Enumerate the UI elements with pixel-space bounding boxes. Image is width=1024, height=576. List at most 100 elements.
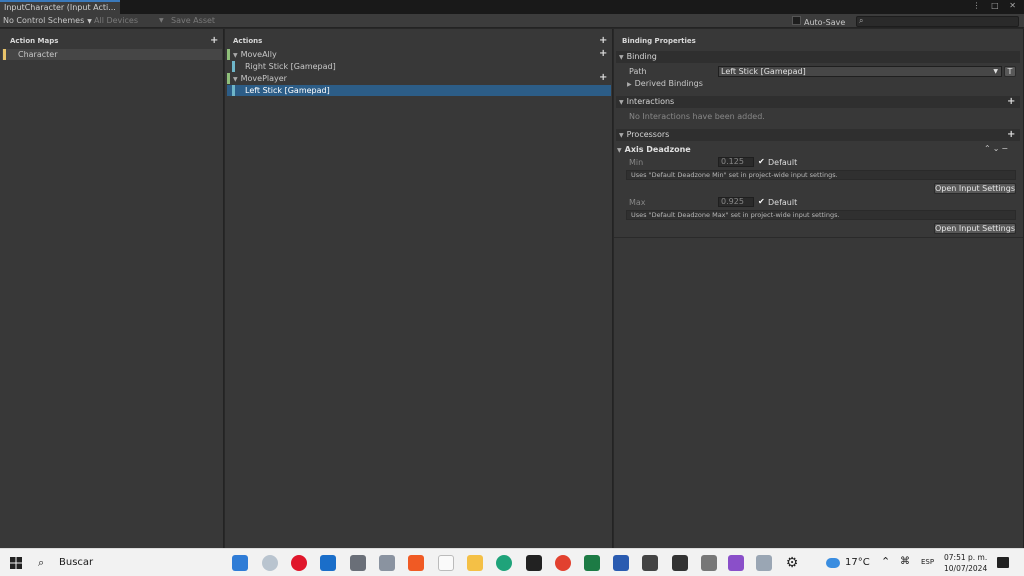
binding-color-bar bbox=[232, 61, 235, 72]
taskbar: ⌕ Buscar ⚙ 17°C ⌃ ⌘ ESP 07:51 p. m. 10/0… bbox=[0, 548, 1024, 576]
add-processor-button[interactable]: + bbox=[1007, 130, 1015, 140]
expand-triangle-icon[interactable]: ▼ bbox=[233, 52, 238, 59]
opera-icon[interactable] bbox=[291, 555, 307, 571]
min-input[interactable]: 0.125 bbox=[718, 157, 754, 167]
search-icon: ⌕ bbox=[859, 16, 864, 25]
interactions-section-label: Interactions bbox=[626, 97, 675, 106]
taskbar-search-icon[interactable]: ⌕ bbox=[38, 556, 44, 570]
action-item-moveally[interactable]: ▼ MoveAlly bbox=[227, 49, 611, 60]
action-item-moveplayer[interactable]: ▼ MovePlayer bbox=[227, 73, 611, 84]
terminal-icon[interactable] bbox=[672, 555, 688, 571]
clock-time[interactable]: 07:51 p. m. bbox=[944, 553, 987, 562]
add-interaction-button[interactable]: + bbox=[1007, 97, 1015, 107]
auto-save-label: Auto-Save bbox=[804, 18, 846, 27]
path-dropdown[interactable]: Left Stick [Gamepad] ▼ bbox=[718, 66, 1002, 77]
processors-section-label: Processors bbox=[626, 130, 670, 139]
folder-icon[interactable] bbox=[467, 555, 483, 571]
processor-name: Axis Deadzone bbox=[624, 145, 691, 154]
max-default-label: Default bbox=[768, 198, 798, 207]
move-up-icon[interactable]: ⌃ bbox=[984, 144, 993, 153]
actions-panel: Actions + ▼ MoveAlly + Right Stick [Gamep… bbox=[225, 29, 613, 548]
cube-icon[interactable] bbox=[701, 555, 717, 571]
processor-order-controls[interactable]: ⌃⌄− bbox=[984, 143, 1010, 154]
action-color-bar bbox=[227, 49, 230, 60]
axis-deadzone-header[interactable]: ▼ Axis Deadzone bbox=[617, 144, 691, 155]
chrome-icon[interactable] bbox=[555, 555, 571, 571]
brave-icon[interactable] bbox=[408, 555, 424, 571]
interactions-empty-text: No Interactions have been added. bbox=[629, 112, 765, 121]
path-label: Path bbox=[629, 67, 647, 76]
binding-color-bar bbox=[232, 85, 235, 96]
weather-temperature[interactable]: 17°C bbox=[845, 557, 870, 568]
photos-icon[interactable] bbox=[756, 555, 772, 571]
min-default-label: Default bbox=[768, 158, 798, 167]
action-color-bar bbox=[227, 73, 230, 84]
network-icon[interactable]: ⌘ bbox=[900, 556, 910, 567]
action-maps-header: Action Maps bbox=[10, 37, 59, 45]
binding-item[interactable]: Right Stick [Gamepad] bbox=[227, 61, 611, 72]
t-button[interactable]: T bbox=[1004, 66, 1016, 77]
binding-section-header[interactable]: ▼ Binding bbox=[616, 51, 1020, 63]
add-action-map-button[interactable]: + bbox=[210, 36, 218, 46]
visual-studio-icon[interactable] bbox=[728, 555, 744, 571]
binding-properties-header: Binding Properties bbox=[622, 37, 696, 45]
open-input-settings-button[interactable]: Open Input Settings bbox=[934, 183, 1016, 194]
devices-label: All Devices bbox=[94, 16, 138, 25]
path-value: Left Stick [Gamepad] bbox=[721, 67, 806, 76]
windows-start-icon[interactable] bbox=[10, 557, 22, 569]
settings-app-icon[interactable] bbox=[262, 555, 278, 571]
checkmark-icon: ✔ bbox=[758, 197, 765, 206]
notification-icon[interactable] bbox=[997, 557, 1009, 568]
action-maps-panel: Action Maps + Character bbox=[0, 29, 224, 548]
edge-icon[interactable] bbox=[496, 555, 512, 571]
search-input[interactable]: ⌕ bbox=[856, 16, 1019, 27]
mail-icon[interactable] bbox=[232, 555, 248, 571]
language-indicator[interactable]: ESP bbox=[921, 558, 934, 566]
min-default-checkbox[interactable]: ✔ bbox=[758, 157, 767, 166]
clock-date[interactable]: 10/07/2024 bbox=[944, 564, 987, 573]
word-icon[interactable] bbox=[613, 555, 629, 571]
expand-triangle-icon[interactable]: ▼ bbox=[233, 76, 238, 83]
store-icon[interactable] bbox=[320, 555, 336, 571]
add-action-button[interactable]: + bbox=[599, 36, 607, 46]
devices-dropdown[interactable]: All Devices ▼ bbox=[94, 15, 164, 27]
add-binding-button[interactable]: + bbox=[599, 73, 607, 83]
action-map-label: Character bbox=[18, 50, 58, 59]
save-asset-button[interactable]: Save Asset bbox=[171, 15, 215, 27]
expand-triangle-icon: ▼ bbox=[617, 147, 622, 154]
max-default-checkbox[interactable]: ✔ bbox=[758, 197, 767, 206]
interactions-section-header[interactable]: ▼ Interactions bbox=[616, 96, 1020, 108]
checkmark-icon: ✔ bbox=[758, 157, 765, 166]
unity-icon[interactable] bbox=[526, 555, 542, 571]
max-input[interactable]: 0.925 bbox=[718, 197, 754, 207]
derived-bindings-label: Derived Bindings bbox=[634, 79, 703, 88]
auto-save-checkbox[interactable] bbox=[792, 16, 801, 25]
taskbar-search-label[interactable]: Buscar bbox=[59, 557, 93, 568]
weather-icon[interactable] bbox=[826, 558, 840, 568]
max-label: Max bbox=[629, 198, 646, 207]
derived-bindings-foldout[interactable]: ▶ Derived Bindings bbox=[627, 78, 703, 89]
control-schemes-dropdown[interactable]: No Control Schemes ▼ bbox=[3, 15, 92, 27]
media-icon[interactable] bbox=[350, 555, 366, 571]
action-map-item[interactable]: Character bbox=[2, 49, 222, 60]
binding-item-selected[interactable]: Left Stick [Gamepad] bbox=[227, 85, 611, 96]
excel-icon[interactable] bbox=[584, 555, 600, 571]
title-bar: InputCharacter (Input Acti... ⋮ □ ✕ bbox=[0, 0, 1024, 14]
window-tab[interactable]: InputCharacter (Input Acti... bbox=[0, 0, 120, 14]
divider bbox=[614, 237, 1023, 238]
processors-section-header[interactable]: ▼ Processors bbox=[616, 129, 1020, 141]
window-title: InputCharacter (Input Acti... bbox=[4, 3, 116, 12]
binding-label: Left Stick [Gamepad] bbox=[245, 86, 330, 95]
open-input-settings-button[interactable]: Open Input Settings bbox=[934, 223, 1016, 234]
window-controls[interactable]: ⋮ □ ✕ bbox=[973, 1, 1020, 10]
unity-hub-icon[interactable] bbox=[642, 555, 658, 571]
action-map-color-bar bbox=[3, 49, 6, 60]
max-note: Uses "Default Deadzone Max" set in proje… bbox=[626, 210, 1016, 220]
chevron-up-icon[interactable]: ⌃ bbox=[881, 555, 890, 568]
remove-processor-icon[interactable]: − bbox=[1001, 144, 1010, 153]
expand-triangle-icon: ▼ bbox=[619, 99, 624, 106]
add-binding-button[interactable]: + bbox=[599, 49, 607, 59]
gift-icon[interactable] bbox=[379, 555, 395, 571]
gear-icon[interactable]: ⚙ bbox=[784, 555, 800, 571]
file-icon[interactable] bbox=[438, 555, 454, 571]
